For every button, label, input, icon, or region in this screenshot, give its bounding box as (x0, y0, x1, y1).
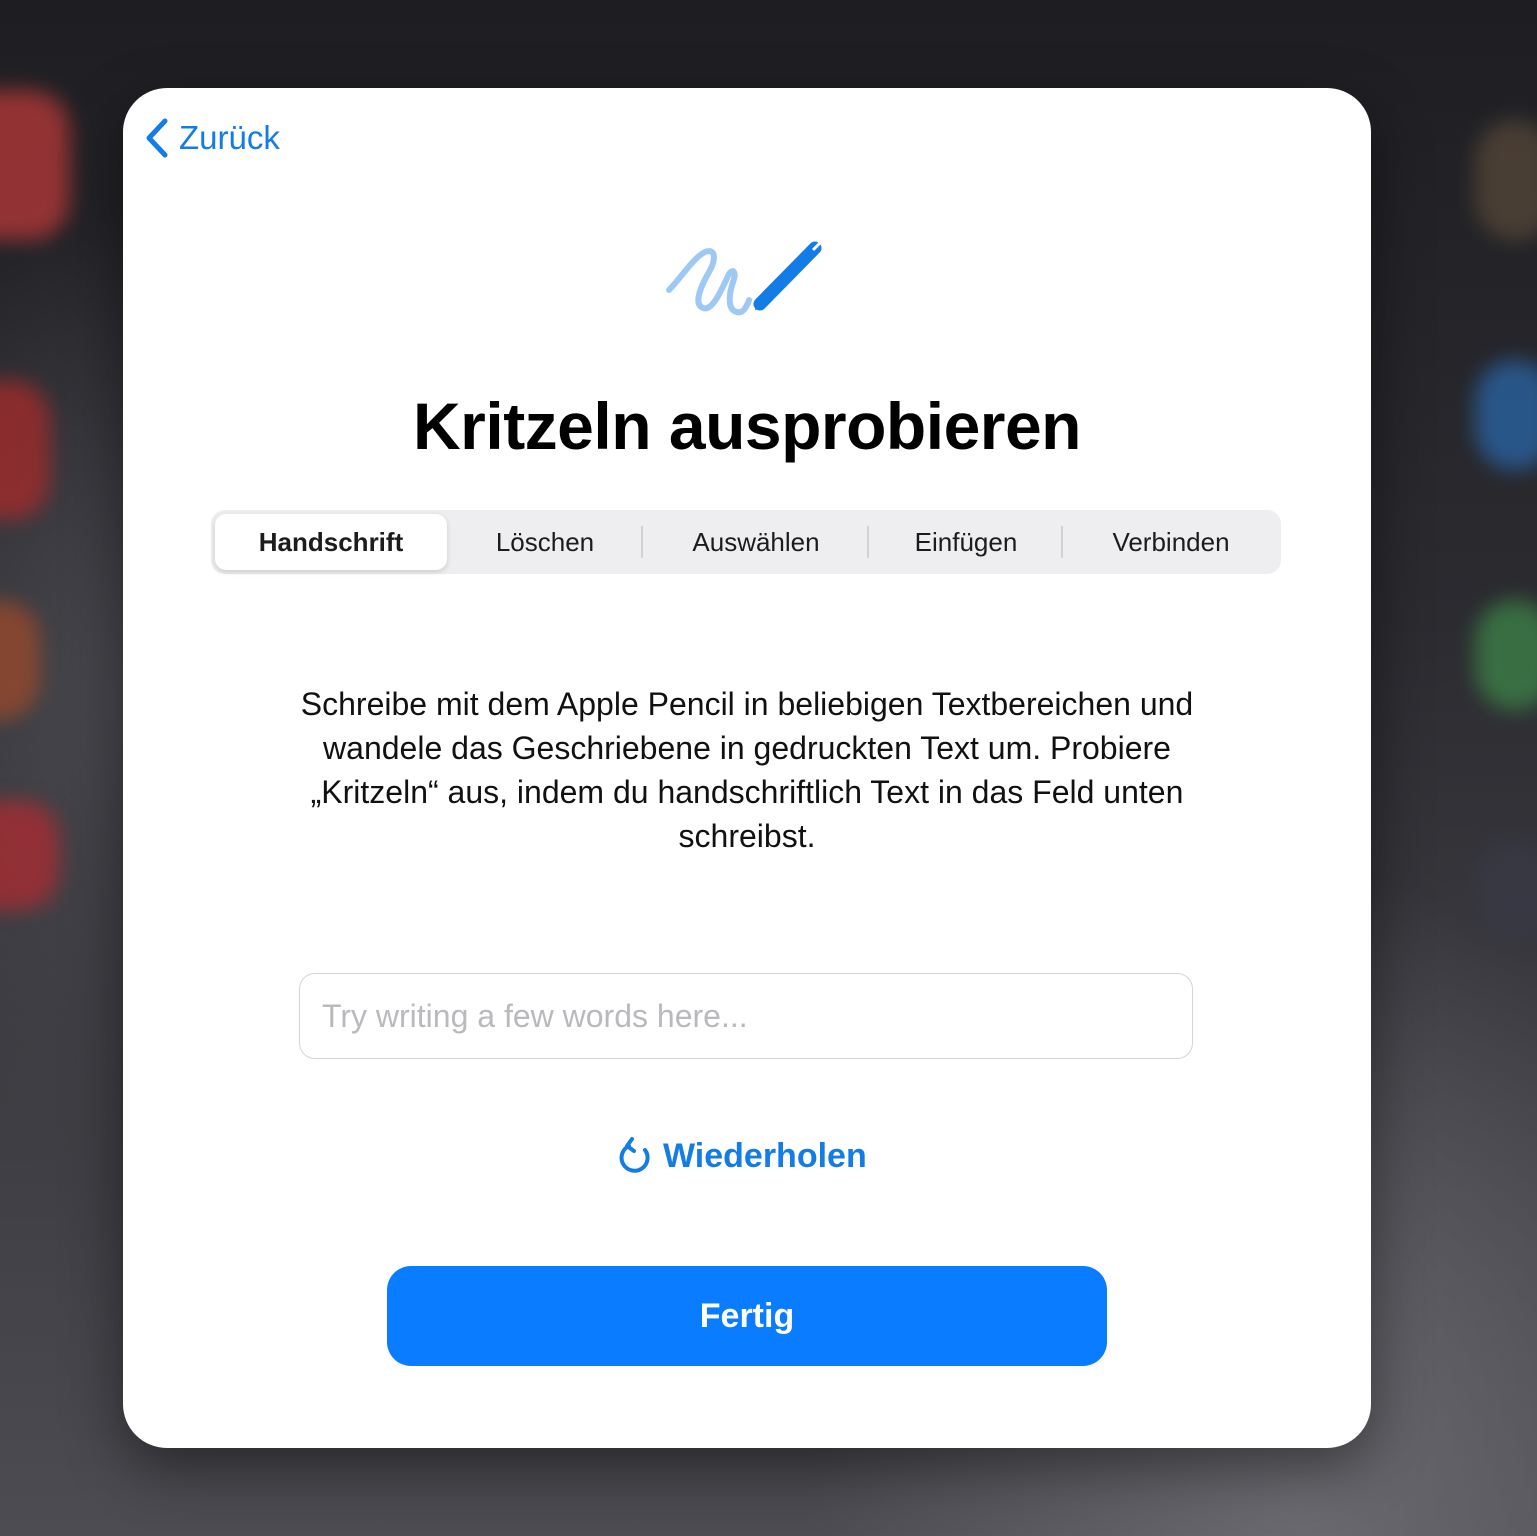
tab-handschrift[interactable]: Handschrift (215, 514, 447, 570)
handwriting-input[interactable] (299, 973, 1193, 1059)
description-text: Schreibe mit dem Apple Pencil in beliebi… (300, 686, 1194, 854)
tab-einfuegen[interactable]: Einfügen (871, 514, 1061, 570)
tab-verbinden[interactable]: Verbinden (1065, 514, 1277, 570)
gesture-segmented-control: Handschrift Löschen Auswählen Einfügen V… (211, 510, 1281, 574)
scribble-tutorial-dialog: Zurück Kritzeln ausprobieren Handschrift… (123, 88, 1371, 1448)
repeat-button[interactable]: Wiederholen (617, 1132, 867, 1180)
back-button-label: Zurück (179, 119, 280, 156)
segment-divider (641, 526, 643, 558)
arrow-counterclockwise-icon (619, 1137, 650, 1173)
done-button-label: Fertig (699, 1296, 795, 1335)
segment-divider (867, 526, 869, 558)
tab-loeschen[interactable]: Löschen (451, 514, 639, 570)
blurred-app-icon (1475, 600, 1537, 710)
repeat-button-label: Wiederholen (663, 1136, 867, 1175)
page-title: Kritzeln ausprobieren (413, 389, 1081, 463)
blurred-app-icon (0, 380, 50, 520)
back-button[interactable]: Zurück (145, 116, 280, 160)
scribble-pencil-icon (666, 238, 825, 316)
blurred-app-icon (1475, 360, 1537, 470)
chevron-left-icon (146, 118, 168, 158)
done-button[interactable]: Fertig (387, 1266, 1107, 1366)
tab-auswaehlen[interactable]: Auswählen (645, 514, 867, 570)
blurred-app-icon (1475, 120, 1537, 240)
segment-divider (1061, 526, 1063, 558)
blurred-app-icon (0, 800, 60, 910)
blurred-app-icon (0, 600, 40, 720)
blurred-app-icon (0, 90, 70, 240)
blurred-app-icon (1475, 840, 1537, 940)
